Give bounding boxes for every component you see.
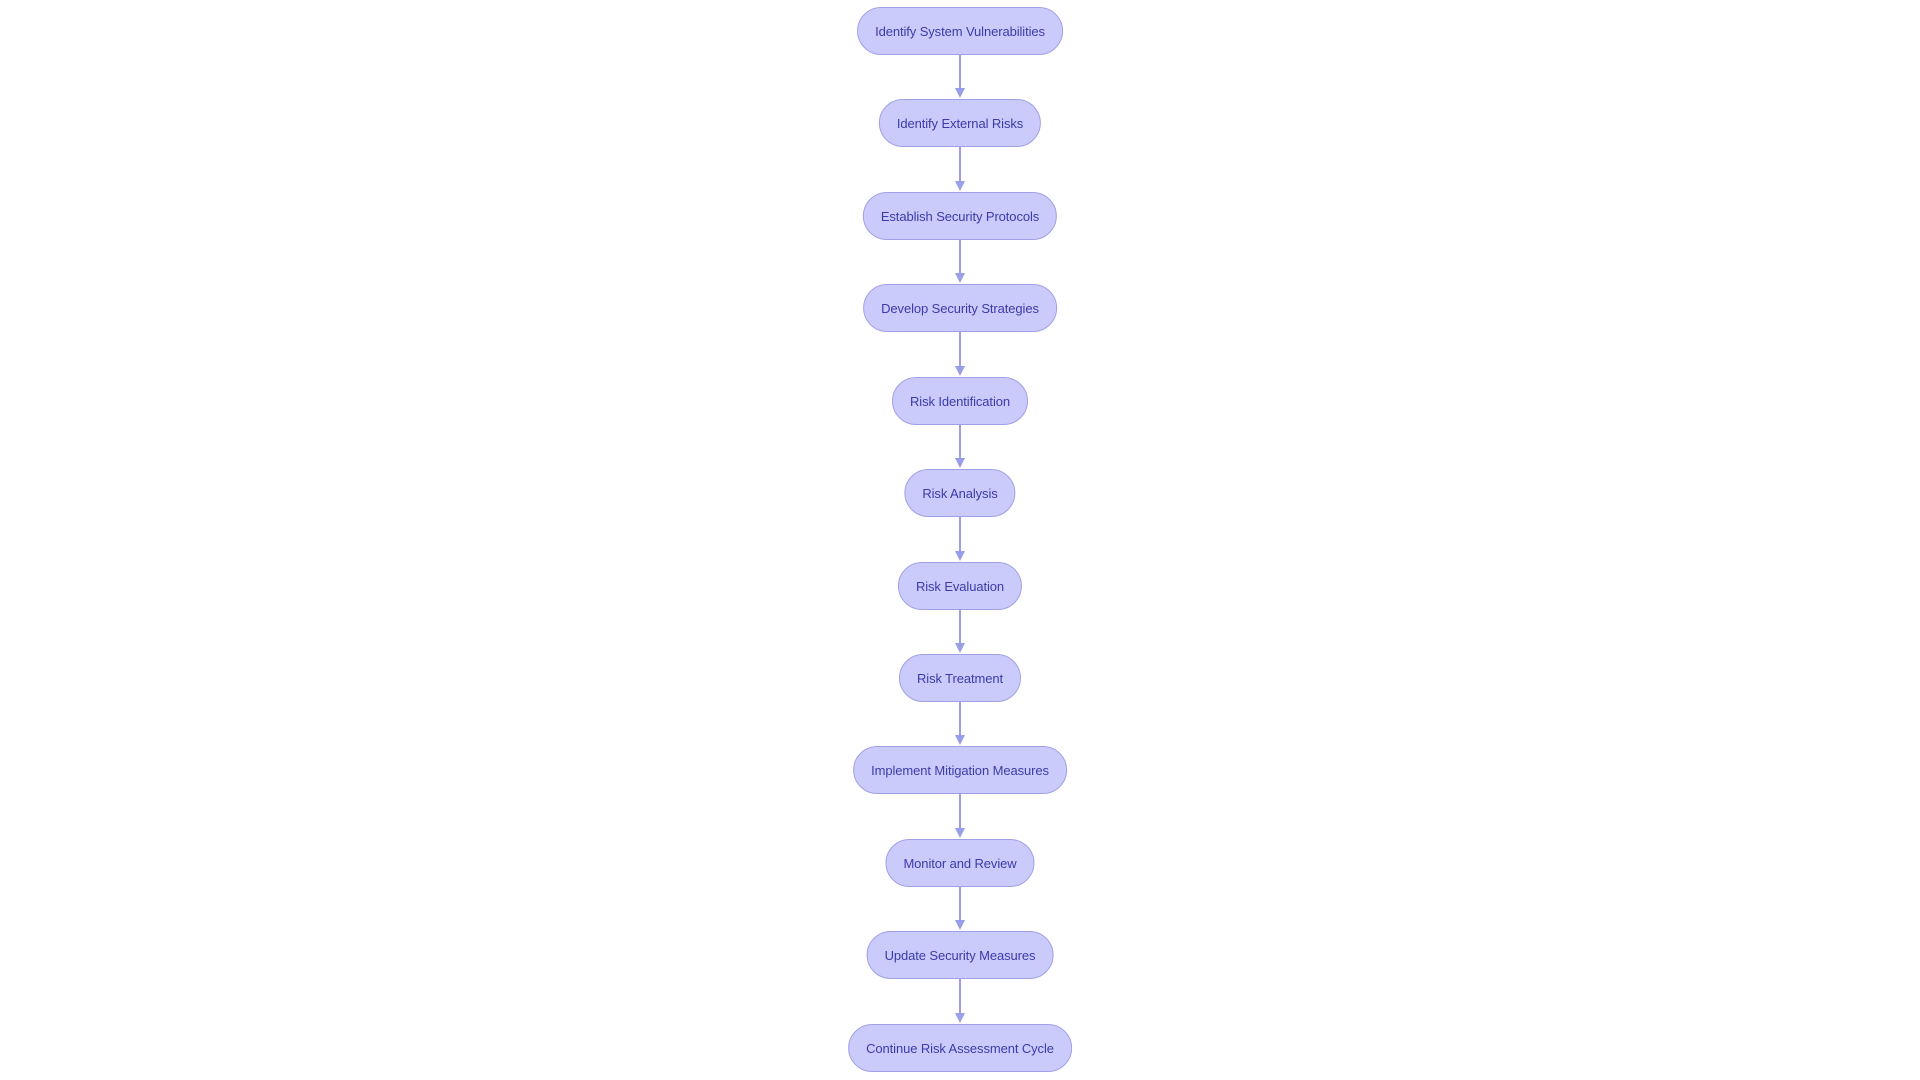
node-label: Identify System Vulnerabilities <box>875 23 1045 39</box>
node-monitor-and-review[interactable]: Monitor and Review <box>885 839 1035 887</box>
node-identify-external-risks[interactable]: Identify External Risks <box>878 99 1042 147</box>
edge-n4-n5 <box>955 332 965 376</box>
edges-layer <box>955 55 965 1023</box>
arrowhead-icon <box>955 735 965 745</box>
node-risk-evaluation[interactable]: Risk Evaluation <box>897 562 1023 610</box>
node-establish-security-protocols[interactable]: Establish Security Protocols <box>862 192 1058 240</box>
edge-n9-n10 <box>955 794 965 838</box>
node-label: Risk Evaluation <box>915 578 1005 594</box>
node-label: Update Security Measures <box>884 947 1036 963</box>
node-label: Establish Security Protocols <box>880 208 1040 224</box>
node-implement-mitigation-measures[interactable]: Implement Mitigation Measures <box>853 746 1067 794</box>
node-continue-risk-assessment-cycle[interactable]: Continue Risk Assessment Cycle <box>848 1024 1072 1072</box>
edge-n8-n9 <box>955 702 965 745</box>
node-label: Develop Security Strategies <box>881 300 1039 316</box>
edge-n2-n3 <box>955 147 965 191</box>
arrowhead-icon <box>955 828 965 838</box>
node-label: Monitor and Review <box>903 855 1017 871</box>
arrowhead-icon <box>955 273 965 283</box>
edge-n3-n4 <box>955 240 965 283</box>
edge-n10-n11 <box>955 887 965 930</box>
edge-n5-n6 <box>955 425 965 468</box>
node-risk-identification[interactable]: Risk Identification <box>892 377 1028 425</box>
node-identify-system-vulnerabilities[interactable]: Identify System Vulnerabilities <box>857 7 1063 55</box>
node-risk-treatment[interactable]: Risk Treatment <box>898 654 1022 702</box>
node-label: Risk Identification <box>910 393 1010 409</box>
arrowhead-icon <box>955 88 965 98</box>
arrowhead-icon <box>955 1013 965 1023</box>
edge-n7-n8 <box>955 610 965 653</box>
edge-n1-n2 <box>955 55 965 98</box>
node-update-security-measures[interactable]: Update Security Measures <box>866 931 1054 979</box>
node-label: Implement Mitigation Measures <box>871 762 1049 778</box>
node-label: Continue Risk Assessment Cycle <box>866 1040 1054 1056</box>
arrowhead-icon <box>955 643 965 653</box>
edge-n11-n12 <box>955 979 965 1023</box>
node-risk-analysis[interactable]: Risk Analysis <box>904 469 1016 517</box>
arrowhead-icon <box>955 366 965 376</box>
arrowhead-icon <box>955 181 965 191</box>
node-label: Risk Treatment <box>916 670 1004 686</box>
arrowhead-icon <box>955 458 965 468</box>
node-label: Identify External Risks <box>896 115 1024 131</box>
arrowhead-icon <box>955 551 965 561</box>
flowchart-canvas: Identify System Vulnerabilities Identify… <box>0 0 1920 1080</box>
node-develop-security-strategies[interactable]: Develop Security Strategies <box>863 284 1057 332</box>
node-label: Risk Analysis <box>922 485 998 501</box>
edge-n6-n7 <box>955 517 965 561</box>
arrowhead-icon <box>955 920 965 930</box>
